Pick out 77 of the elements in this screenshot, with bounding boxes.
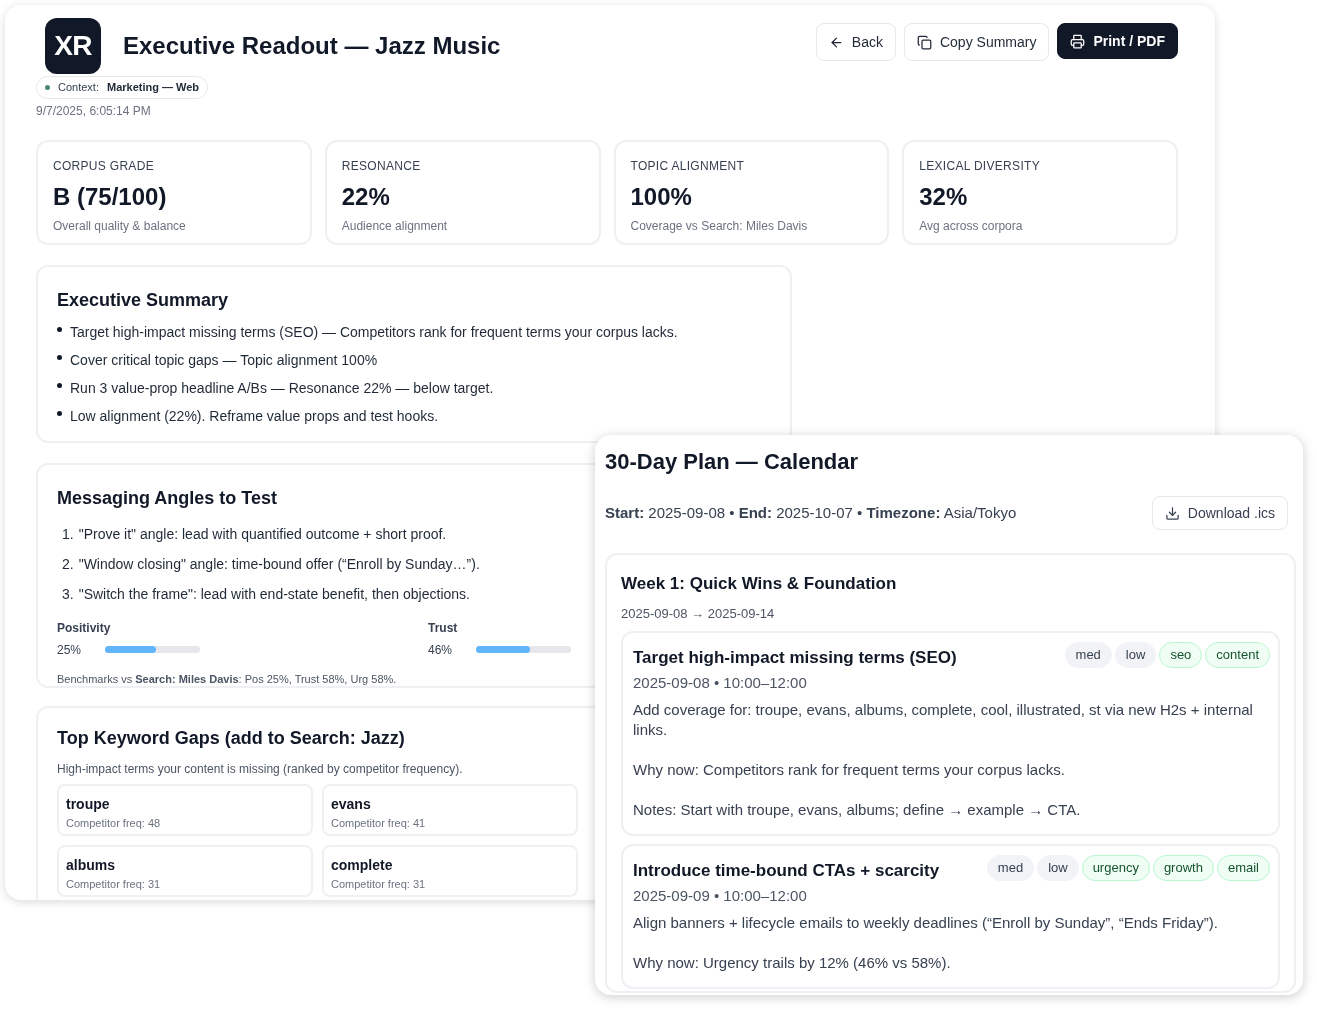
panel-title: 30-Day Plan — Calendar	[605, 448, 860, 476]
logo: XR	[45, 18, 101, 74]
tag: content	[1205, 642, 1270, 668]
meter-reading: 25%	[57, 641, 83, 659]
section-title: Executive Summary	[57, 288, 230, 312]
week-title: Week 1: Quick Wins & Foundation	[621, 573, 898, 595]
timestamp: 9/7/2025, 6:05:14 PM	[36, 102, 152, 120]
keyword-freq: Competitor freq: 31	[331, 876, 427, 892]
task-text: Why now: Urgency trails by 12% (46% vs 58%).	[633, 953, 952, 973]
toolbar-button[interactable]: Back	[815, 23, 896, 61]
download-button[interactable]: Download .ics	[1151, 496, 1288, 530]
task-text: Add coverage for: troupe, evans, albums, complete, cool, illustrated, st via new H2s + internal links.	[633, 700, 1254, 740]
tag: email	[1216, 855, 1270, 881]
list-number: 2.	[62, 554, 74, 574]
context-value: Marketing — Web	[106, 80, 200, 95]
kpi-label: LEXICAL DIVERSITY	[919, 157, 1041, 175]
copy-icon	[916, 34, 932, 50]
list-number: 3.	[62, 584, 74, 604]
keyword-freq: Competitor freq: 48	[66, 815, 162, 831]
keyword-freq: Competitor freq: 31	[66, 876, 162, 892]
task-time: 2025-09-09 • 10:00–12:00	[633, 885, 808, 906]
meter-reading: 46%	[428, 641, 454, 659]
tag: seo	[1159, 642, 1203, 668]
summary-item: Run 3 value-prop headline A/Bs — Resonance 22% — below target.	[70, 378, 494, 398]
angle-item: "Switch the frame": lead with end-state benefit, then objections.	[78, 584, 470, 604]
tag: growth	[1152, 855, 1214, 881]
printer-icon	[1070, 33, 1086, 49]
tag: low	[1114, 642, 1157, 668]
task-title: Target high-impact missing terms (SEO)	[633, 647, 957, 669]
kpi-value: 22%	[341, 181, 391, 212]
kpi-note: Coverage vs Search: Miles Davis	[630, 217, 809, 235]
bullet-icon	[57, 327, 62, 332]
bullet-icon	[57, 383, 62, 388]
section-subtitle: High-impact terms your content is missing (ranked by competitor frequency).	[57, 760, 463, 778]
section-title: Messaging Angles to Test	[57, 486, 278, 510]
angle-item: "Prove it" angle: lead with quantified outcome + short proof.	[78, 524, 447, 544]
summary-item: Target high-impact missing terms (SEO) — Competitors rank for frequent terms your corpus lacks.	[70, 322, 678, 342]
keyword-term: complete	[331, 855, 394, 875]
angle-item: "Window closing" angle: time-bound offer (“Enroll by Sunday…”).	[78, 554, 480, 574]
kpi-value: 32%	[919, 181, 969, 212]
tag: urgency	[1081, 855, 1150, 881]
page-title: Executive Readout — Jazz Music	[123, 31, 501, 61]
context-label: Context:	[58, 80, 99, 95]
plan-meta: Start: 2025-09-08 • End: 2025-10-07 • Timezone: Asia/Tokyo	[605, 502, 1017, 523]
download-icon	[1164, 505, 1180, 521]
summary-item: Low alignment (22%). Reframe value props and test hooks.	[70, 406, 439, 426]
toolbar-button[interactable]: Print / PDF	[1057, 23, 1178, 59]
task-title: Introduce time-bound CTAs + scarcity	[633, 860, 940, 882]
task-text: Align banners + lifecycle emails to weekly deadlines (“Enroll by Sunday”, “Ends Friday”).	[633, 913, 1219, 933]
kpi-note: Avg across corpora	[919, 217, 1024, 235]
meter-label: Trust	[428, 619, 459, 637]
task-text: Why now: Competitors rank for frequent terms your corpus lacks.	[633, 760, 1066, 780]
keyword-term: evans	[331, 794, 372, 814]
list-number: 1.	[62, 524, 74, 544]
tag: med	[1064, 642, 1112, 668]
tag: med	[986, 855, 1035, 881]
week-range: 2025-09-08 → 2025-09-14	[621, 604, 776, 623]
kpi-value: B (75/100)	[53, 181, 168, 212]
kpi-label: CORPUS GRADE	[53, 157, 155, 175]
task-time: 2025-09-08 • 10:00–12:00	[633, 672, 808, 693]
toolbar-button[interactable]: Copy Summary	[903, 23, 1050, 61]
kpi-note: Audience alignment	[341, 217, 449, 235]
kpi-note: Overall quality & balance	[53, 217, 187, 235]
bullet-icon	[57, 355, 62, 360]
benchmark-note: Benchmarks vs Search: Miles Davis: Pos 25%, Trust 58%, Urg 58%.	[57, 671, 397, 687]
section-title: Top Keyword Gaps (add to Search: Jazz)	[57, 726, 405, 750]
summary-item: Cover critical topic gaps — Topic alignment 100%	[70, 350, 378, 370]
kpi-label: TOPIC ALIGNMENT	[630, 157, 746, 175]
meter-label: Positivity	[57, 619, 112, 637]
keyword-term: albums	[66, 855, 116, 875]
keyword-freq: Competitor freq: 41	[331, 815, 427, 831]
kpi-label: RESONANCE	[341, 157, 422, 175]
kpi-value: 100%	[630, 181, 693, 212]
task-text: Notes: Start with troupe, evans, albums; define → example → CTA.	[633, 800, 1082, 820]
bullet-icon	[57, 411, 62, 416]
keyword-term: troupe	[66, 794, 111, 814]
tag: low	[1037, 855, 1079, 881]
